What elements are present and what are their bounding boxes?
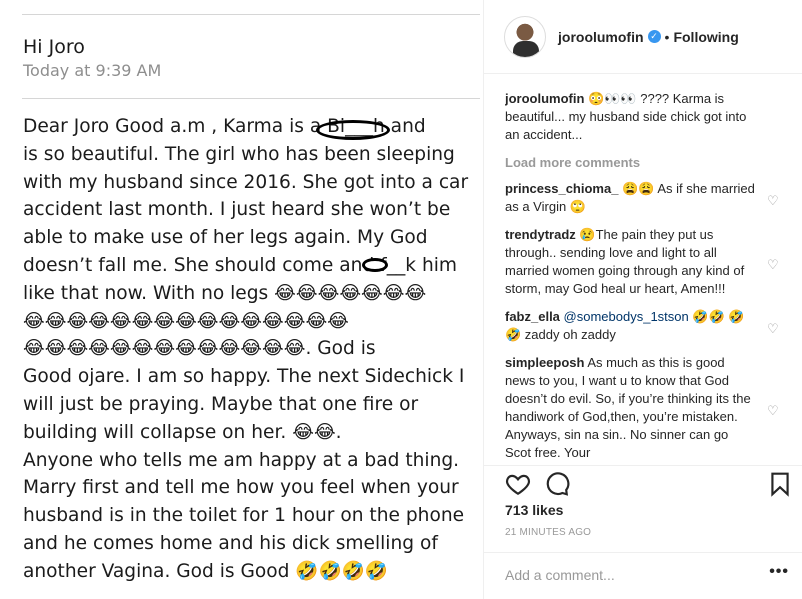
- post-actions: [484, 465, 802, 497]
- message-line: doesn’t fall me. She should come and f__…: [23, 254, 458, 276]
- message-sender: Hi Joro: [23, 36, 85, 58]
- divider: [22, 98, 480, 99]
- comment-item: simpleeposh As much as this is good news…: [505, 354, 783, 458]
- comment-username[interactable]: trendytradz: [505, 227, 576, 242]
- redaction-mark: [316, 120, 390, 140]
- more-options-icon[interactable]: •••: [769, 563, 789, 581]
- comment-text: As much as this is good news to you, I w…: [505, 355, 751, 458]
- message-line: Anyone who tells me am happy at a bad th…: [23, 449, 460, 471]
- heart-icon[interactable]: ♡: [767, 192, 779, 208]
- comment-item: princess_chioma_ 😩😩 As if she married as…: [505, 180, 783, 216]
- avatar[interactable]: [504, 15, 546, 58]
- heart-icon[interactable]: ♡: [767, 256, 779, 272]
- comment-username[interactable]: fabz_ella: [505, 309, 560, 324]
- message-line: with my husband since 2016. She got into…: [23, 171, 469, 193]
- message-line: is so beautiful. The girl who has been s…: [23, 143, 455, 165]
- header-username[interactable]: joroolumofin: [558, 29, 644, 45]
- comment-username[interactable]: princess_chioma_: [505, 181, 618, 196]
- post-header: joroolumofin ✓ • Following: [484, 0, 802, 74]
- message-line: Good ojare. I am so happy. The next Side…: [23, 366, 465, 388]
- verified-badge-icon: ✓: [647, 30, 661, 43]
- message-line: 😂😂😂😂😂😂😂😂😂😂😂😂😂😂😂: [23, 310, 349, 332]
- post-side-panel: joroolumofin ✓ • Following joroolumofin …: [483, 0, 802, 599]
- heart-icon[interactable]: ♡: [767, 402, 779, 418]
- message-line: husband is in the toilet for 1 hour on t…: [23, 505, 465, 527]
- comment-item: fabz_ella @somebodys_1stson 🤣🤣 🤣🤣 zaddy …: [505, 308, 783, 344]
- caption: joroolumofin 😳👀👀 ???? Karma is beautiful…: [505, 90, 783, 144]
- comment-icon[interactable]: [544, 471, 570, 497]
- bookmark-icon[interactable]: [767, 471, 793, 497]
- comments-list[interactable]: joroolumofin 😳👀👀 ???? Karma is beautiful…: [505, 90, 783, 458]
- message-body: Dear Joro Good a.m , Karma is a Bi___h a…: [23, 113, 469, 586]
- redaction-mark: [362, 258, 388, 272]
- message-line: 😂😂😂😂😂😂😂😂😂😂😂😂😂. God is: [23, 338, 376, 360]
- message-line: like that now. With no legs 😂😂😂😂😂😂😂: [23, 282, 427, 304]
- add-comment-input[interactable]: [505, 565, 745, 585]
- message-line: able to make use of her legs again. My G…: [23, 227, 428, 249]
- add-comment-bar: •••: [484, 552, 802, 599]
- comment-item: trendytradz 😢The pain they put us throug…: [505, 226, 783, 298]
- message-timestamp: Today at 9:39 AM: [23, 61, 162, 80]
- post-image: Hi Joro Today at 9:39 AM Dear Joro Good …: [0, 0, 482, 599]
- divider: [22, 14, 480, 15]
- message-line: accident last month. I just heard she wo…: [23, 199, 451, 221]
- message-line: building will collapse on her. 😂😂.: [23, 421, 342, 443]
- heart-icon[interactable]: [505, 471, 531, 497]
- load-more-comments-button[interactable]: Load more comments: [505, 154, 783, 172]
- message-line: Marry first and tell me how you feel whe…: [23, 477, 459, 499]
- comment-mention[interactable]: @somebodys_1stson: [564, 309, 689, 324]
- message-line: will just be praying. Maybe that one fir…: [23, 393, 419, 415]
- post-time: 21 MINUTES AGO: [505, 527, 592, 538]
- heart-icon[interactable]: ♡: [767, 320, 779, 336]
- message-line: Dear Joro Good a.m , Karma is a Bi___h a…: [23, 116, 426, 137]
- message-line: another Vagina. God is Good 🤣🤣🤣🤣: [23, 560, 389, 582]
- caption-username[interactable]: joroolumofin: [505, 91, 584, 106]
- comment-username[interactable]: simpleeposh: [505, 355, 584, 370]
- following-button[interactable]: Following: [673, 29, 738, 45]
- message-line: and he comes home and his dick smelling …: [23, 532, 438, 554]
- likes-count[interactable]: 713 likes: [505, 502, 563, 518]
- separator-dot: •: [664, 28, 670, 45]
